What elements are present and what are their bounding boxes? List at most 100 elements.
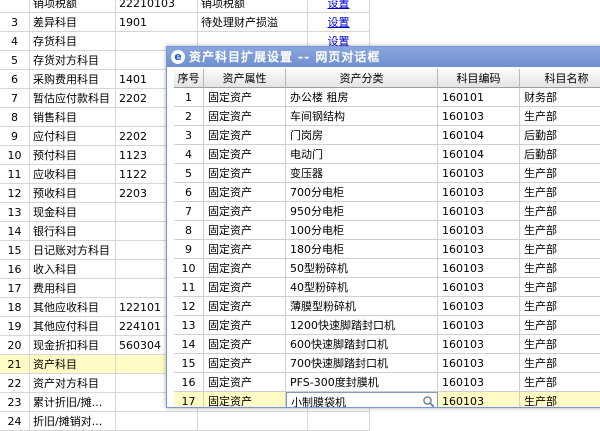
subject-name-cell: 生产部 [520, 107, 600, 126]
row-number: 14 [174, 335, 204, 354]
header-no[interactable]: 序号 [174, 69, 204, 88]
subject-name-cell: 累计折旧/摊... [30, 393, 116, 412]
subject-name-cell: 现金折扣科目 [30, 336, 116, 355]
subject-name-cell: 其他应付科目 [30, 317, 116, 336]
table-row[interactable]: 10 固定资产 50型粉碎机 160103 生产部 [174, 259, 600, 278]
row-number: 9 [174, 240, 204, 259]
asset-attribute-cell: 固定资产 [204, 145, 286, 164]
subject-code-cell[interactable]: 22210103 [116, 0, 198, 13]
table-row[interactable]: 9 固定资产 180分电柜 160103 生产部 [174, 240, 600, 259]
asset-attribute-cell: 固定资产 [204, 354, 286, 373]
asset-category-cell: 电动门 [286, 145, 438, 164]
asset-attribute-cell: 固定资产 [204, 221, 286, 240]
table-row[interactable]: 销项税额 22210103 销项税额 设置 [0, 0, 600, 13]
subject-code-cell[interactable]: 160103 [438, 221, 520, 240]
dialog-titlebar[interactable]: e 资产科目扩展设置 -- 网页对话框 [167, 47, 600, 67]
settings-link[interactable]: 设置 [308, 13, 370, 32]
subject-code-cell[interactable]: 160103 [438, 164, 520, 183]
asset-attribute-cell: 固定资产 [204, 126, 286, 145]
subject-code-cell[interactable]: 160104 [438, 126, 520, 145]
settings-link [308, 412, 370, 431]
subject-code-cell[interactable]: 160103 [438, 297, 520, 316]
subject-code-cell[interactable]: 160103 [438, 278, 520, 297]
subject-code-cell[interactable]: 160103 [438, 202, 520, 221]
table-row[interactable]: 13 固定资产 1200快速脚踏封口机 160103 生产部 [174, 316, 600, 335]
header-asset-category[interactable]: 资产分类 [286, 69, 438, 88]
subject-name-cell: 生产部 [520, 297, 600, 316]
row-number: 16 [174, 373, 204, 392]
asset-attribute-cell: 固定资产 [204, 164, 286, 183]
table-row[interactable]: 6 固定资产 700分电柜 160103 生产部 [174, 183, 600, 202]
related-subject-cell: 待处理财产损溢 [198, 13, 308, 32]
asset-grid: 序号 资产属性 资产分类 科目编码 科目名称 1 固定资产 办公楼 租房 160101 财务部 2 固… [174, 69, 600, 407]
row-number: 21 [0, 355, 30, 374]
row-number: 23 [0, 393, 30, 412]
row-number: 16 [0, 260, 30, 279]
table-row[interactable]: 3 差异科目 1901 待处理财产损溢 设置 [0, 13, 600, 32]
table-row[interactable]: 16 固定资产 PFS-300度封膜机 160103 生产部 [174, 373, 600, 392]
subject-code-cell[interactable]: 160103 [438, 335, 520, 354]
subject-name-cell: 生产部 [520, 373, 600, 392]
subject-code-cell[interactable]: 160101 [438, 88, 520, 107]
table-row[interactable]: 12 固定资产 薄膜型粉碎机 160103 生产部 [174, 297, 600, 316]
subject-code-cell[interactable]: 160103 [438, 107, 520, 126]
dialog-title: 资产科目扩展设置 -- 网页对话框 [189, 50, 381, 64]
subject-code-cell[interactable] [116, 412, 198, 431]
magnifier-icon[interactable] [422, 395, 435, 407]
subject-name-cell: 后勤部 [520, 145, 600, 164]
subject-name-cell: 采购费用科目 [30, 70, 116, 89]
table-row[interactable]: 24 折旧/摊销对... [0, 412, 600, 431]
subject-code-cell[interactable]: 160103 [438, 259, 520, 278]
row-number: 8 [174, 221, 204, 240]
table-row[interactable]: 2 固定资产 车间钢结构 160103 生产部 [174, 107, 600, 126]
header-asset-attribute[interactable]: 资产属性 [204, 69, 286, 88]
asset-category-cell: 40型粉碎机 [286, 278, 438, 297]
subject-name-cell: 应付科目 [30, 127, 116, 146]
table-row[interactable]: 15 固定资产 700快速脚踏封口机 160103 生产部 [174, 354, 600, 373]
related-subject-cell: 销项税额 [198, 0, 308, 13]
subject-name-cell: 后勤部 [520, 126, 600, 145]
settings-link[interactable]: 设置 [308, 0, 370, 13]
subject-name-cell: 生产部 [520, 183, 600, 202]
table-row[interactable]: 3 固定资产 门岗房 160104 后勤部 [174, 126, 600, 145]
asset-attribute-cell: 固定资产 [204, 259, 286, 278]
table-row[interactable]: 8 固定资产 100分电柜 160103 生产部 [174, 221, 600, 240]
table-row[interactable]: 1 固定资产 办公楼 租房 160101 财务部 [174, 88, 600, 107]
subject-name-cell: 折旧/摊销对... [30, 412, 116, 431]
table-row[interactable]: 5 固定资产 变压器 160103 生产部 [174, 164, 600, 183]
row-number: 5 [0, 51, 30, 70]
asset-category-cell: 100分电柜 [286, 221, 438, 240]
subject-code-cell[interactable]: 160103 [438, 316, 520, 335]
table-row[interactable]: 14 固定资产 600快速脚踏封口机 160103 生产部 [174, 335, 600, 354]
row-number: 4 [0, 32, 30, 51]
subject-code-cell[interactable]: 160103 [438, 240, 520, 259]
asset-subject-dialog: e 资产科目扩展设置 -- 网页对话框 序号 资产属性 资产分类 科目编码 科目名称 1 固… [166, 46, 600, 408]
asset-category-cell: 950分电柜 [286, 202, 438, 221]
subject-name-cell: 生产部 [520, 221, 600, 240]
row-number: 7 [0, 89, 30, 108]
header-subject-code[interactable]: 科目编码 [438, 69, 520, 88]
asset-attribute-cell: 固定资产 [204, 278, 286, 297]
asset-attribute-cell: 固定资产 [204, 240, 286, 259]
subject-code-cell[interactable]: 160103 [438, 183, 520, 202]
row-number: 11 [174, 278, 204, 297]
header-subject-name[interactable]: 科目名称 [520, 69, 600, 88]
table-row[interactable]: 4 固定资产 电动门 160104 后勤部 [174, 145, 600, 164]
subject-code-cell[interactable]: 160103 [438, 373, 520, 392]
table-row[interactable]: 7 固定资产 950分电柜 160103 生产部 [174, 202, 600, 221]
subject-name-cell: 资产科目 [30, 355, 116, 374]
subject-name-cell: 现金科目 [30, 203, 116, 222]
asset-category-cell: 车间钢结构 [286, 107, 438, 126]
row-number: 22 [0, 374, 30, 393]
asset-attribute-cell: 固定资产 [204, 202, 286, 221]
subject-name-cell: 暂估应付款科目 [30, 89, 116, 108]
subject-name-cell: 资产对方科目 [30, 374, 116, 393]
subject-code-cell[interactable]: 1901 [116, 13, 198, 32]
subject-name-cell: 生产部 [520, 278, 600, 297]
table-row[interactable]: 11 固定资产 40型粉碎机 160103 生产部 [174, 278, 600, 297]
asset-category-cell: 变压器 [286, 164, 438, 183]
subject-code-cell[interactable]: 160103 [438, 354, 520, 373]
subject-name-cell: 预付科目 [30, 146, 116, 165]
subject-code-cell[interactable]: 160104 [438, 145, 520, 164]
subject-name-cell: 日记账对方科目 [30, 241, 116, 260]
